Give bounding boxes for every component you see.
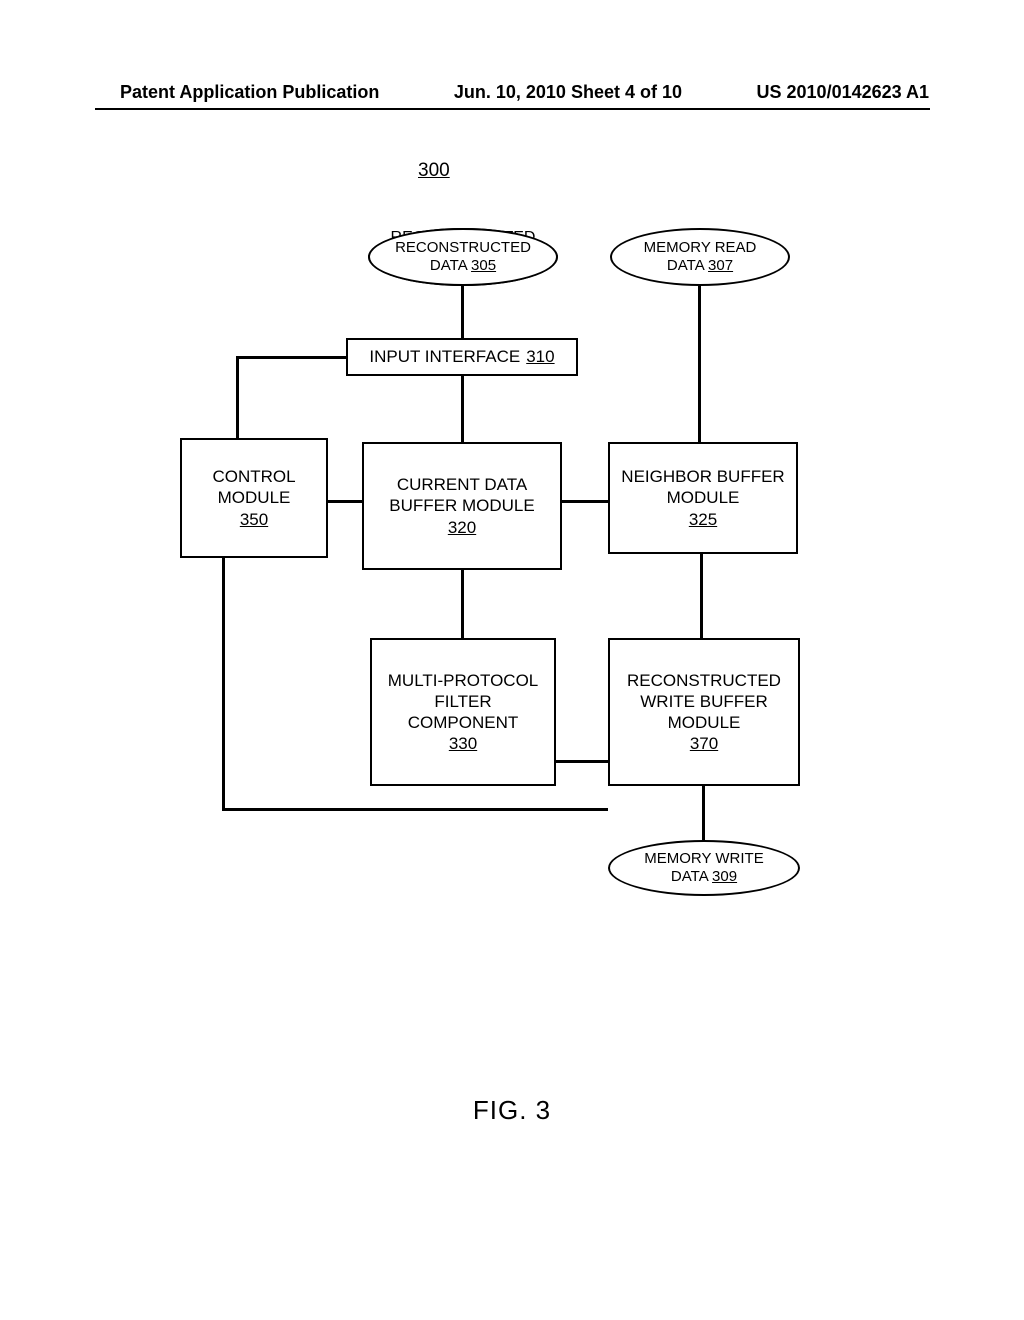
node-refnum: 325 bbox=[689, 509, 717, 530]
node-label-line1: NEIGHBOR BUFFER bbox=[621, 466, 784, 487]
node-label-line2: FILTER bbox=[434, 691, 491, 712]
node-label-line2: MODULE bbox=[218, 487, 291, 508]
connector bbox=[702, 786, 705, 840]
connector bbox=[461, 570, 464, 638]
node-refnum: 350 bbox=[240, 509, 268, 530]
node-refnum: 370 bbox=[690, 733, 718, 754]
ellipse-memory-write-data: MEMORY WRITE DATA 309 bbox=[608, 840, 800, 896]
connector bbox=[328, 500, 362, 503]
connector bbox=[222, 808, 608, 811]
box-current-data-buffer: CURRENT DATA BUFFER MODULE 320 bbox=[362, 442, 562, 570]
connector bbox=[461, 376, 464, 442]
connector bbox=[700, 554, 703, 638]
connector bbox=[222, 558, 225, 810]
box-reconstructed-write-buffer: RECONSTRUCTED WRITE BUFFER MODULE 370 bbox=[608, 638, 800, 786]
node-refnum: 330 bbox=[449, 733, 477, 754]
connector bbox=[461, 286, 464, 338]
connector bbox=[236, 356, 346, 359]
box-control-module: CONTROL MODULE 350 bbox=[180, 438, 328, 558]
connector bbox=[556, 760, 608, 763]
connector bbox=[698, 286, 701, 442]
node-label-line1: MULTI-PROTOCOL bbox=[388, 670, 539, 691]
box-input-interface: INPUT INTERFACE 310 bbox=[346, 338, 578, 376]
ellipse-memory-read-data: MEMORY READ DATA 307 bbox=[610, 228, 790, 286]
node-refnum: 320 bbox=[448, 517, 476, 538]
node-label-line2: WRITE BUFFER bbox=[640, 691, 768, 712]
node-refnum: 310 bbox=[526, 346, 554, 367]
node-label-line2: MODULE bbox=[667, 487, 740, 508]
node-label: INPUT INTERFACE bbox=[369, 346, 520, 367]
node-label-line3: MODULE bbox=[668, 712, 741, 733]
box-multi-protocol-filter: MULTI-PROTOCOL FILTER COMPONENT 330 bbox=[370, 638, 556, 786]
connector bbox=[562, 500, 608, 503]
node-label-line1: RECONSTRUCTED bbox=[627, 670, 781, 691]
node-label-line1: CONTROL bbox=[212, 466, 295, 487]
node-label-line1: CURRENT DATA bbox=[397, 474, 527, 495]
node-label-line2: BUFFER MODULE bbox=[389, 495, 534, 516]
connector bbox=[236, 356, 239, 438]
figure-label: FIG. 3 bbox=[0, 1095, 1024, 1126]
ellipse-reconstructed-data-ovl: RECONSTRUCTED DATA 305 bbox=[368, 228, 558, 286]
diagram: 300 RECONSTRUCTED DATA RECONSTRUCTED DAT… bbox=[0, 0, 1024, 1100]
diagram-reference-number: 300 bbox=[418, 160, 450, 182]
node-label-line3: COMPONENT bbox=[408, 712, 519, 733]
box-neighbor-buffer: NEIGHBOR BUFFER MODULE 325 bbox=[608, 442, 798, 554]
